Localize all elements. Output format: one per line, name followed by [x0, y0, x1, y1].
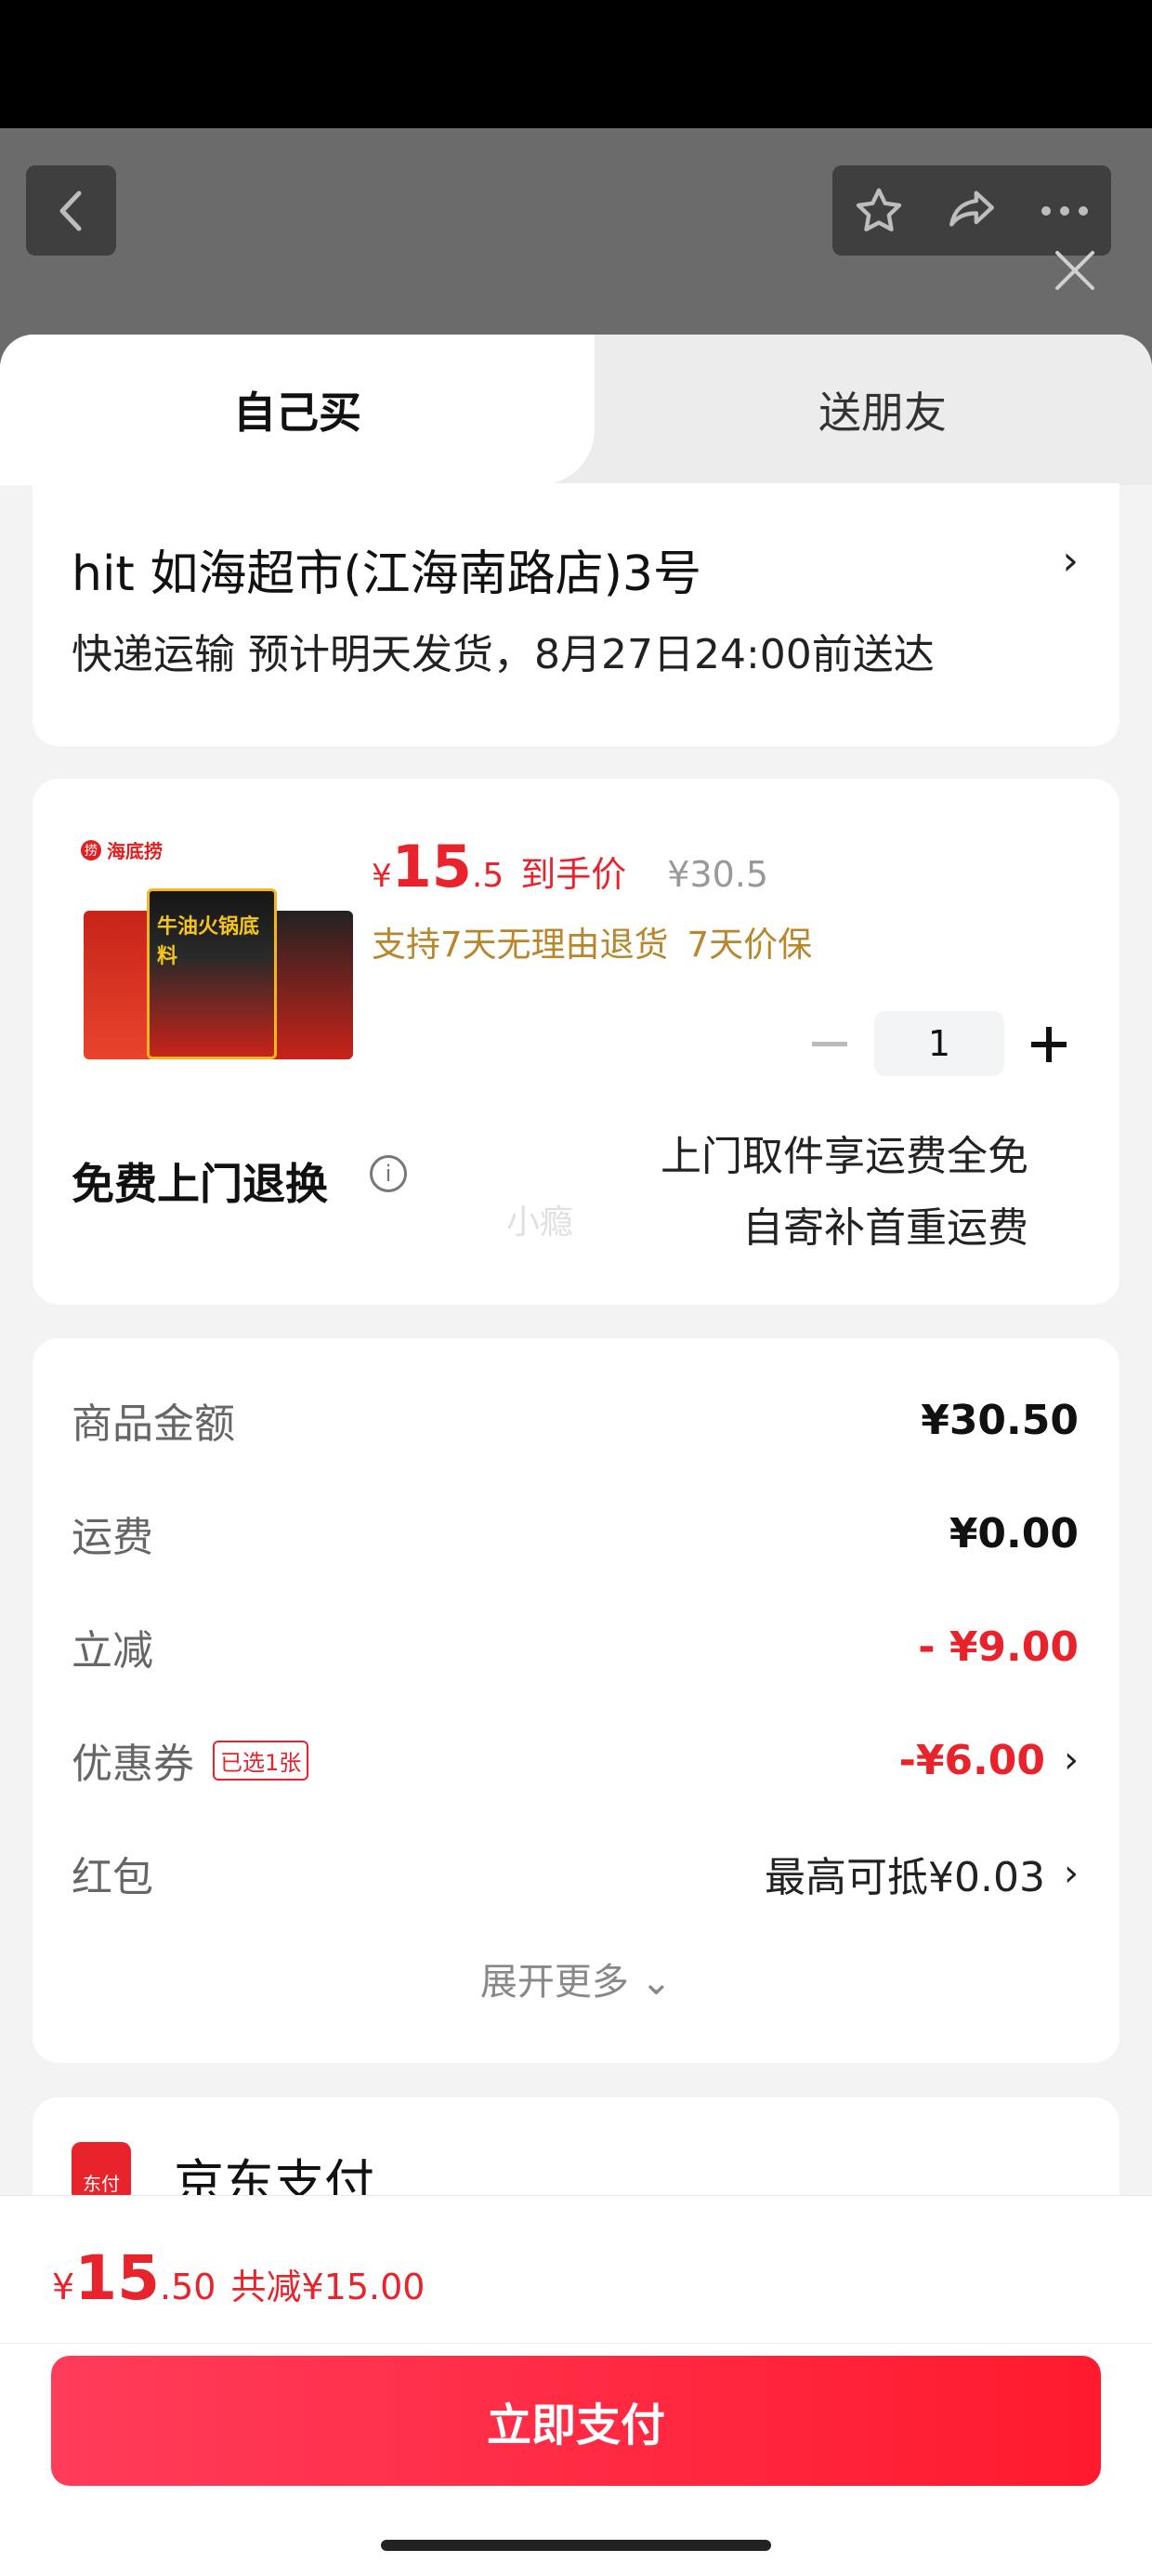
chevron-right-icon: ›	[1064, 1852, 1079, 1895]
chevron-right-icon: ›	[1064, 1739, 1079, 1781]
close-button[interactable]	[1042, 238, 1107, 303]
chevron-left-icon	[59, 191, 81, 230]
fee-label: 立减	[72, 1627, 153, 1675]
chevron-right-icon: ›	[1062, 537, 1079, 585]
fee-label: 红包	[72, 1854, 153, 1901]
address-card[interactable]: hit 如海超市(江海南路店)3号 › 快递运输 预计明天发货，8月27日24:…	[33, 483, 1119, 746]
fee-value: -¥6.00	[898, 1736, 1045, 1784]
more-icon	[1041, 205, 1088, 216]
fee-row-coupon[interactable]: 优惠券 已选1张 -¥6.00 ›	[72, 1730, 1079, 1790]
address-title: hit 如海超市(江海南路店)3号	[72, 546, 701, 602]
product-image[interactable]: 牛油火锅底料	[84, 883, 353, 1069]
pay-now-label: 立即支付	[486, 2399, 665, 2451]
total-price: ¥ 15 .50 共减¥15.00	[52, 2242, 425, 2314]
return-policy-line1: 上门取件享运费全免	[661, 1133, 1028, 1180]
back-button[interactable]	[26, 165, 116, 256]
tab-self-label: 自己买	[233, 388, 361, 438]
return-policy-line2: 自寄补首重运费	[742, 1204, 1028, 1252]
free-return-label: 免费上门退换	[72, 1159, 328, 1209]
minus-icon	[812, 1041, 847, 1046]
fee-card: 商品金额 ¥30.50 运费 ¥0.00 立减 - ¥9.00 优惠券 已选1张…	[33, 1338, 1119, 2063]
fee-value-group: 最高可抵¥0.03 ›	[765, 1844, 1079, 1903]
product-pack-center: 牛油火锅底料	[147, 888, 277, 1059]
delivery-info: 快递运输 预计明天发货，8月27日24:00前送达	[72, 631, 935, 678]
fee-value: ¥0.00	[949, 1509, 1079, 1557]
share-button[interactable]	[930, 169, 1014, 253]
product-card: 捞 海底捞 牛油火锅底料 ¥ 15 .5 到手价 ¥30.5 支持7天无理由退货…	[33, 779, 1119, 1305]
service-price-protect: 7天价保	[687, 925, 813, 965]
service-tags: 支持7天无理由退货 7天价保	[372, 916, 812, 966]
brand-name: 海底捞	[107, 840, 163, 862]
fee-row-discount: 立减 - ¥9.00	[72, 1619, 1079, 1676]
tab-friend[interactable]: 送朋友	[650, 335, 1115, 485]
info-icon[interactable]: i	[370, 1155, 407, 1192]
star-icon	[856, 188, 902, 231]
price-integer: 15	[391, 833, 472, 900]
brand-logo-icon: 捞	[81, 839, 101, 861]
expand-more-button[interactable]: 展开更多 ⌄	[33, 1952, 1119, 2005]
fee-row-shipping: 运费 ¥0.00	[72, 1505, 1079, 1562]
tab-self[interactable]: 自己买	[0, 335, 595, 485]
product-pack-label: 牛油火锅底料	[157, 915, 260, 968]
fee-value: ¥30.50	[921, 1396, 1079, 1444]
fee-label-group: 优惠券 已选1张	[72, 1730, 309, 1790]
pay-now-button[interactable]: 立即支付	[51, 2356, 1101, 2486]
original-price: ¥30.5	[667, 854, 769, 895]
fee-row-redpacket[interactable]: 红包 最高可抵¥0.03 ›	[72, 1846, 1079, 1901]
fee-row-goods: 商品金额 ¥30.50	[72, 1392, 1079, 1449]
share-icon	[949, 190, 994, 227]
total-decimal: .50	[160, 2267, 216, 2307]
fee-label: 商品金额	[72, 1400, 235, 1448]
fee-value-group: -¥6.00 ›	[899, 1737, 1079, 1784]
price-decimal: .5	[471, 857, 504, 895]
watermark: 小瘾	[506, 1203, 574, 1242]
price-currency: ¥	[372, 858, 392, 895]
favorite-button[interactable]	[837, 169, 921, 253]
status-bar	[0, 0, 1152, 128]
fee-value: 最高可抵¥0.03	[765, 1854, 1045, 1901]
decrease-button[interactable]	[794, 1011, 865, 1076]
expand-more-label: 展开更多	[479, 1961, 629, 2004]
fee-value: - ¥9.00	[918, 1623, 1079, 1671]
quantity-value[interactable]: 1	[874, 1011, 1004, 1076]
coupon-badge: 已选1张	[213, 1740, 309, 1781]
total-integer: 15	[74, 2242, 161, 2314]
price-label: 到手价	[520, 854, 627, 895]
brand-logo: 捞 海底捞	[81, 836, 163, 863]
quantity-stepper: 1	[794, 1011, 1084, 1076]
close-icon	[1055, 251, 1094, 290]
jd-pay-icon: 东付	[72, 2142, 131, 2201]
total-saved: 共减¥15.00	[230, 2267, 425, 2307]
increase-button[interactable]	[1014, 1011, 1084, 1076]
service-return: 支持7天无理由退货	[372, 925, 669, 965]
price-row: ¥ 15 .5 到手价 ¥30.5	[372, 833, 768, 900]
chevron-down-icon: ⌄	[640, 1961, 673, 2004]
total-currency: ¥	[52, 2267, 75, 2307]
fee-label: 运费	[72, 1514, 153, 1561]
bottom-bar: ¥ 15 .50 共减¥15.00 立即支付	[0, 2195, 1152, 2576]
home-indicator	[381, 2540, 771, 2551]
tab-friend-label: 送朋友	[818, 388, 947, 438]
fee-label: 优惠券	[72, 1741, 194, 1788]
divider	[0, 2343, 1152, 2344]
tab-bar: 自己买 送朋友	[0, 335, 1152, 485]
